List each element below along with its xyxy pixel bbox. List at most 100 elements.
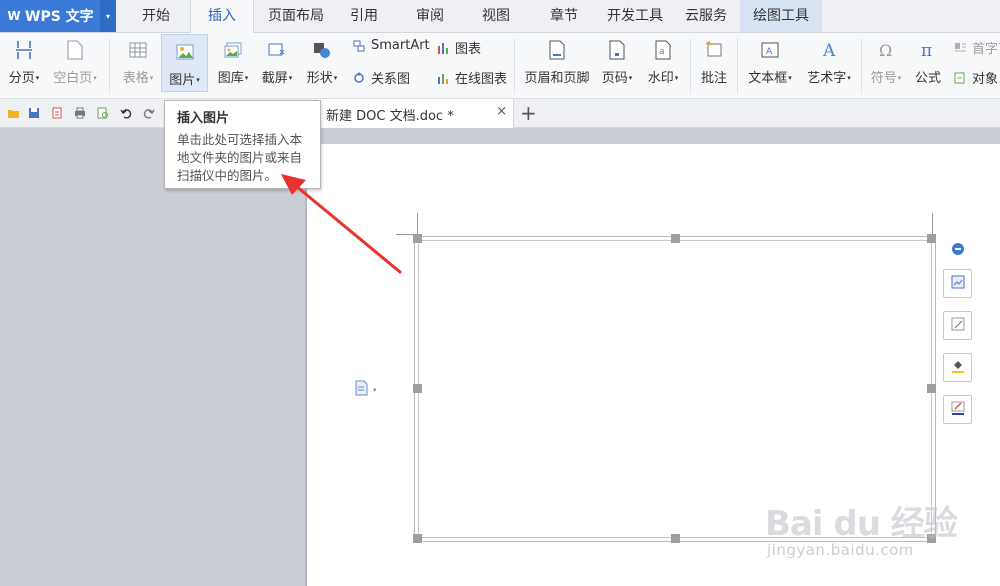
resize-handle-top[interactable]	[671, 234, 680, 243]
page-number-button[interactable]: 页码▾	[597, 33, 637, 86]
document-tab[interactable]: 新建 DOC 文档.doc * ×	[316, 99, 514, 128]
chevron-down-icon: ▾	[373, 386, 377, 394]
tab-view[interactable]: 视图	[470, 0, 522, 32]
gallery-button[interactable]: 图库▾	[211, 33, 255, 86]
watermark-url: jingyan.baidu.com	[767, 541, 914, 559]
table-label: 表格	[122, 71, 149, 86]
close-icon[interactable]: ×	[496, 104, 507, 119]
redo-icon[interactable]	[142, 106, 156, 120]
chart-label: 图表	[455, 42, 482, 57]
save-icon[interactable]	[27, 106, 41, 120]
document-options-icon	[354, 380, 370, 400]
drop-cap-button[interactable]: 首字下	[953, 38, 1000, 57]
ribbon-separator	[514, 38, 515, 94]
object-button[interactable]: 对象	[953, 68, 998, 87]
app-menu-dropdown-icon[interactable]: ▾	[100, 0, 116, 32]
watermark-icon: a	[653, 39, 673, 61]
symbol-button[interactable]: Ω 符号▾	[866, 33, 906, 86]
chevron-down-icon: ▾	[333, 74, 338, 82]
shape-button[interactable]: 形状▾	[302, 33, 342, 86]
collapse-toolbar-icon[interactable]	[952, 243, 964, 255]
watermark-button[interactable]: a 水印▾	[643, 33, 683, 86]
chevron-down-icon: ▾	[628, 74, 633, 82]
drop-cap-icon	[953, 41, 967, 55]
resize-handle-right[interactable]	[927, 384, 936, 393]
new-tab-plus-icon[interactable]: +	[520, 101, 537, 125]
tab-cloud-service[interactable]: 云服务	[676, 0, 736, 32]
resize-handle-bottom[interactable]	[671, 534, 680, 543]
edit-shape-button[interactable]	[943, 311, 972, 340]
formula-label: 公式	[914, 71, 941, 86]
tab-insert[interactable]: 插入	[190, 0, 254, 34]
resize-handle-left[interactable]	[413, 384, 422, 393]
tooltip-line: 单击此处可选择插入本	[177, 132, 303, 147]
drop-cap-label: 首字下	[972, 42, 1000, 57]
chevron-down-icon: ▾	[674, 74, 679, 82]
layout-icon	[951, 275, 965, 293]
smartart-label: SmartArt	[371, 38, 430, 53]
layout-options-button[interactable]	[943, 269, 972, 298]
menu-tab-bar: W WPS 文字 ▾ 开始 插入 页面布局 引用 审阅 视图 章节 开发工具 云…	[0, 0, 1000, 34]
svg-text:A: A	[766, 47, 773, 57]
svg-text:a: a	[659, 47, 665, 57]
header-footer-button[interactable]: 页眉和页脚	[523, 33, 591, 86]
gallery-label: 图库	[217, 71, 244, 86]
screenshot-label: 截屏	[261, 71, 288, 86]
open-folder-icon[interactable]	[6, 106, 20, 120]
online-chart-button[interactable]: 在线图表	[436, 68, 507, 87]
page-break-button[interactable]: 分页▾	[4, 33, 44, 86]
wordart-icon: A	[819, 39, 839, 61]
ribbon-separator	[737, 38, 738, 94]
textbox-label: 文本框	[748, 71, 788, 86]
undo-icon[interactable]	[119, 106, 133, 120]
tab-section[interactable]: 章节	[538, 0, 590, 32]
resize-handle-top-left[interactable]	[413, 234, 422, 243]
smartart-button[interactable]: SmartArt	[352, 38, 430, 53]
insert-picture-tooltip: 插入图片 单击此处可选择插入本 地文件夹的图片或来自 扫描仪中的图片。	[164, 100, 321, 189]
table-button[interactable]: 表格▾	[118, 33, 158, 86]
chevron-down-icon: ▾	[93, 74, 97, 82]
picture-icon	[175, 41, 195, 63]
relation-diagram-button[interactable]: 关系图	[352, 68, 410, 87]
insert-ribbon: 分页▾ 空白页▾ 表格▾ 图片▾ 图库▾ 截屏▾ 形状▾ SmartArt 图表…	[0, 33, 1000, 99]
print-icon[interactable]	[73, 106, 87, 120]
tab-references[interactable]: 引用	[338, 0, 390, 32]
formula-button[interactable]: π 公式	[910, 33, 946, 86]
blank-page-label: 空白页	[53, 71, 93, 86]
picture-button[interactable]: 图片▾	[161, 34, 208, 92]
screenshot-button[interactable]: 截屏▾	[257, 33, 297, 86]
pi-icon: π	[918, 39, 938, 61]
tab-page-layout[interactable]: 页面布局	[258, 0, 334, 32]
textbox-button[interactable]: A 文本框▾	[743, 33, 797, 86]
header-footer-icon	[547, 39, 567, 61]
app-menu-button[interactable]: W WPS 文字 ▾	[0, 0, 116, 32]
export-pdf-icon[interactable]	[50, 106, 64, 120]
quick-access-toolbar: 新建 DOC 文档.doc * × +	[0, 99, 1000, 128]
drawing-canvas-inner[interactable]	[418, 240, 932, 538]
tab-drawing-tools[interactable]: 绘图工具	[740, 0, 822, 32]
document-tab-name: 新建 DOC 文档.doc *	[326, 109, 454, 124]
baidu-jingyan-watermark: Bai du 经验 jingyan.baidu.com	[765, 496, 995, 582]
relation-diagram-icon	[352, 71, 366, 85]
resize-handle-top-right[interactable]	[927, 234, 936, 243]
tab-review[interactable]: 审阅	[404, 0, 456, 32]
shape-label: 形状	[306, 71, 333, 86]
tab-developer[interactable]: 开发工具	[600, 0, 670, 32]
tooltip-line: 扫描仪中的图片。	[177, 168, 278, 183]
comment-button[interactable]: 批注	[697, 33, 731, 86]
chart-button[interactable]: 图表	[436, 38, 481, 57]
print-preview-icon[interactable]	[96, 106, 110, 120]
online-chart-label: 在线图表	[455, 72, 508, 87]
resize-handle-bottom-left[interactable]	[413, 534, 422, 543]
page-number-icon	[607, 39, 627, 61]
tab-home[interactable]: 开始	[126, 0, 186, 32]
page-break-icon	[14, 39, 34, 61]
blank-page-button[interactable]: 空白页▾	[50, 33, 100, 86]
wordart-button[interactable]: A 艺术字▾	[801, 33, 857, 86]
paste-options-button[interactable]: ▾	[354, 380, 377, 400]
outline-color-button[interactable]	[943, 395, 972, 424]
ribbon-separator	[109, 38, 110, 94]
blank-page-icon	[65, 39, 85, 61]
fill-color-button[interactable]	[943, 353, 972, 382]
ribbon-separator	[690, 38, 691, 94]
